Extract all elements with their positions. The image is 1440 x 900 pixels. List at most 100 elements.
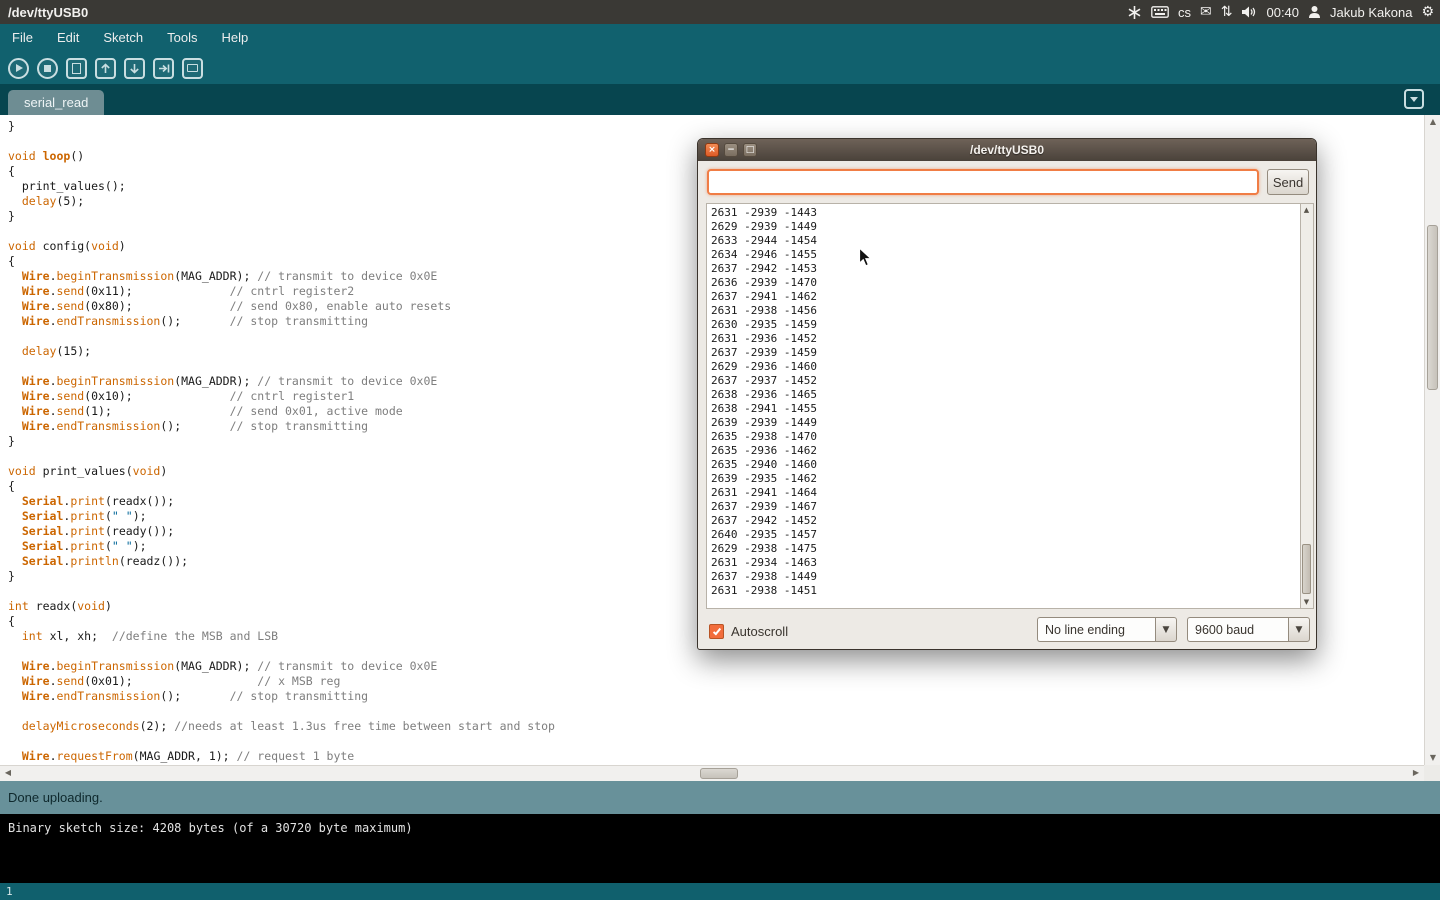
- scroll-left-icon[interactable]: ◀: [0, 766, 16, 780]
- scroll-down-icon[interactable]: ▼: [1425, 751, 1440, 765]
- chevron-down-icon: [1410, 97, 1418, 102]
- gear-icon[interactable]: ⚙: [1421, 0, 1434, 24]
- autoscroll-checkbox[interactable]: [709, 624, 724, 639]
- clock[interactable]: 00:40: [1266, 5, 1299, 20]
- menu-help[interactable]: Help: [209, 24, 260, 52]
- serial-line: 2637 -2941 -1462: [711, 290, 1296, 304]
- serial-line: 2629 -2938 -1475: [711, 542, 1296, 556]
- console-output: Binary sketch size: 4208 bytes (of a 307…: [0, 814, 1440, 883]
- arrow-down-icon: [129, 63, 140, 74]
- save-button[interactable]: [124, 58, 145, 79]
- serial-monitor-button[interactable]: [182, 58, 203, 79]
- open-button[interactable]: [95, 58, 116, 79]
- minimize-button[interactable]: −: [724, 143, 738, 157]
- send-button[interactable]: Send: [1267, 169, 1309, 195]
- serial-line: 2631 -2934 -1463: [711, 556, 1296, 570]
- editor-vertical-scrollbar[interactable]: ▲ ▼: [1424, 115, 1440, 765]
- menu-tools[interactable]: Tools: [155, 24, 209, 52]
- menu-sketch[interactable]: Sketch: [91, 24, 155, 52]
- status-bar: Done uploading.: [0, 781, 1440, 814]
- editor-horizontal-scrollbar[interactable]: ◀ ▶: [0, 765, 1424, 781]
- top-panel: /dev/ttyUSB0 cs ✉ ⇅ 00:40 Jakub Kakona ⚙: [0, 0, 1440, 24]
- baud-rate-select[interactable]: 9600 baud ▼: [1187, 617, 1310, 642]
- line-number: 1: [6, 885, 13, 898]
- keyboard-layout-label[interactable]: cs: [1178, 5, 1191, 20]
- verify-button[interactable]: [8, 58, 29, 79]
- serial-line: 2635 -2940 -1460: [711, 458, 1296, 472]
- serial-line: 2637 -2942 -1452: [711, 514, 1296, 528]
- serial-monitor-title: /dev/ttyUSB0: [970, 143, 1044, 157]
- serial-input[interactable]: [707, 169, 1259, 195]
- check-icon: [712, 626, 720, 635]
- serial-line: 2640 -2935 -1457: [711, 528, 1296, 542]
- menu-edit[interactable]: Edit: [45, 24, 91, 52]
- line-ending-select[interactable]: No line ending ▼: [1037, 617, 1177, 642]
- tabbar: serial_read: [0, 84, 1440, 115]
- status-message: Done uploading.: [8, 790, 103, 805]
- panel-window-title: /dev/ttyUSB0: [8, 5, 88, 20]
- serial-scrollbar[interactable]: ▲ ▼: [1301, 203, 1314, 609]
- serial-line: 2637 -2937 -1452: [711, 374, 1296, 388]
- stop-icon: [44, 65, 51, 72]
- line-ending-value: No line ending: [1037, 617, 1155, 642]
- serial-line: 2631 -2936 -1452: [711, 332, 1296, 346]
- serial-line: 2631 -2938 -1451: [711, 584, 1296, 598]
- indicator-sparkle-icon[interactable]: [1127, 0, 1142, 24]
- serial-line: 2629 -2936 -1460: [711, 360, 1296, 374]
- mail-icon[interactable]: ✉: [1200, 0, 1212, 24]
- horizontal-scroll-thumb[interactable]: [700, 768, 738, 779]
- serial-line: 2631 -2938 -1456: [711, 304, 1296, 318]
- baud-rate-value: 9600 baud: [1187, 617, 1288, 642]
- monitor-icon: [187, 64, 198, 72]
- scroll-down-icon[interactable]: ▼: [1301, 596, 1312, 608]
- serial-line: 2631 -2941 -1464: [711, 486, 1296, 500]
- new-file-icon: [72, 63, 81, 74]
- tab-serial-read[interactable]: serial_read: [8, 90, 104, 115]
- serial-line: 2637 -2942 -1453: [711, 262, 1296, 276]
- scrollbar-corner: [1424, 765, 1440, 781]
- serial-line: 2637 -2939 -1459: [711, 346, 1296, 360]
- serial-line: 2631 -2939 -1443: [711, 206, 1296, 220]
- arrow-up-icon: [100, 63, 111, 74]
- network-arrows-icon[interactable]: ⇅: [1221, 0, 1233, 24]
- serial-line: 2634 -2946 -1455: [711, 248, 1296, 262]
- chevron-down-icon[interactable]: ▼: [1155, 617, 1177, 642]
- user-icon: [1308, 0, 1321, 24]
- system-tray: cs ✉ ⇅ 00:40 Jakub Kakona ⚙: [1127, 0, 1434, 24]
- serial-line: 2638 -2941 -1455: [711, 402, 1296, 416]
- serial-monitor-titlebar[interactable]: × − □ /dev/ttyUSB0: [698, 139, 1316, 161]
- serial-line: 2629 -2939 -1449: [711, 220, 1296, 234]
- keyboard-icon[interactable]: [1151, 0, 1169, 24]
- code-area: } void loop(){ print_values(); delay(5);…: [8, 119, 555, 764]
- vertical-scroll-thumb[interactable]: [1427, 225, 1438, 390]
- serial-line: 2639 -2939 -1449: [711, 416, 1296, 430]
- serial-line: 2635 -2938 -1470: [711, 430, 1296, 444]
- menubar: File Edit Sketch Tools Help: [0, 24, 1440, 52]
- upload-button[interactable]: [153, 58, 174, 79]
- serial-scroll-thumb[interactable]: [1302, 544, 1311, 594]
- menu-file[interactable]: File: [0, 24, 45, 52]
- serial-line: 2635 -2936 -1462: [711, 444, 1296, 458]
- tab-menu-button[interactable]: [1404, 89, 1424, 109]
- maximize-button[interactable]: □: [743, 143, 757, 157]
- chevron-down-icon[interactable]: ▼: [1288, 617, 1310, 642]
- autoscroll-label: Autoscroll: [731, 624, 788, 639]
- window-controls: × − □: [705, 143, 757, 157]
- serial-monitor-window: × − □ /dev/ttyUSB0 Send 2631 -2939 -1443…: [697, 138, 1317, 650]
- scroll-up-icon[interactable]: ▲: [1301, 204, 1312, 216]
- serial-line: 2639 -2935 -1462: [711, 472, 1296, 486]
- arrow-right-icon: [158, 63, 170, 74]
- serial-line: 2636 -2939 -1470: [711, 276, 1296, 290]
- volume-icon[interactable]: [1241, 0, 1257, 24]
- close-button[interactable]: ×: [705, 143, 719, 157]
- serial-line: 2637 -2939 -1467: [711, 500, 1296, 514]
- serial-line: 2630 -2935 -1459: [711, 318, 1296, 332]
- new-sketch-button[interactable]: [66, 58, 87, 79]
- tab-label: serial_read: [24, 95, 88, 110]
- username-label[interactable]: Jakub Kakona: [1330, 5, 1412, 20]
- stop-button[interactable]: [37, 58, 58, 79]
- serial-output[interactable]: 2631 -2939 -14432629 -2939 -14492633 -29…: [706, 203, 1301, 609]
- scroll-up-icon[interactable]: ▲: [1425, 115, 1440, 129]
- scroll-right-icon[interactable]: ▶: [1408, 766, 1424, 780]
- line-number-strip: 1: [0, 883, 1440, 900]
